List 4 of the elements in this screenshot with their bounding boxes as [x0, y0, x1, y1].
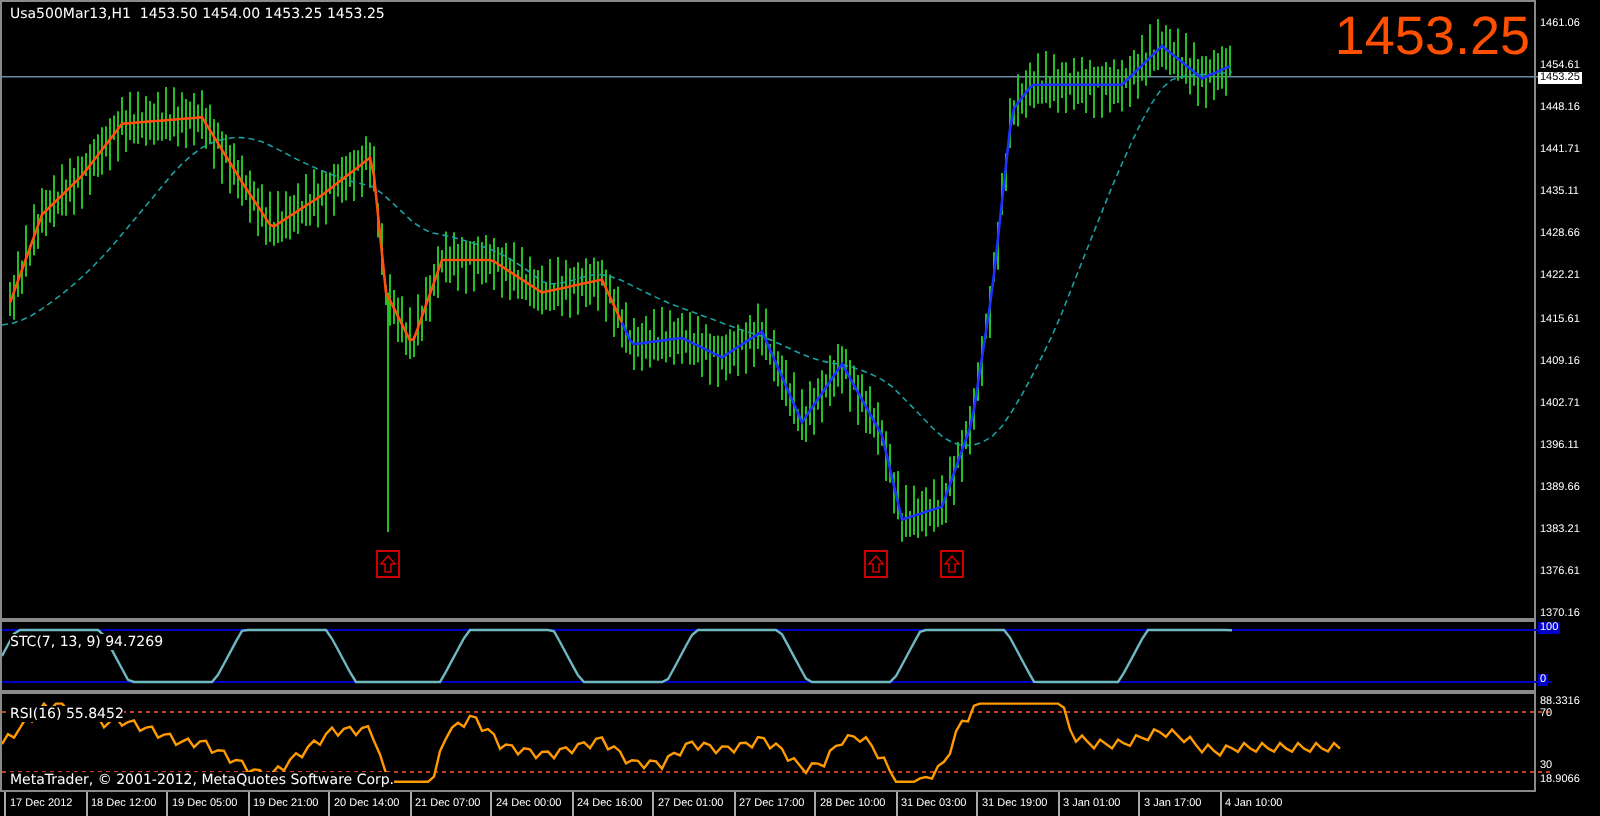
last-price: 1453.25: [1334, 6, 1530, 68]
up-arrow-icon: [376, 550, 400, 578]
up-arrow-icon: [864, 550, 888, 578]
up-arrow-icon: [940, 550, 964, 578]
